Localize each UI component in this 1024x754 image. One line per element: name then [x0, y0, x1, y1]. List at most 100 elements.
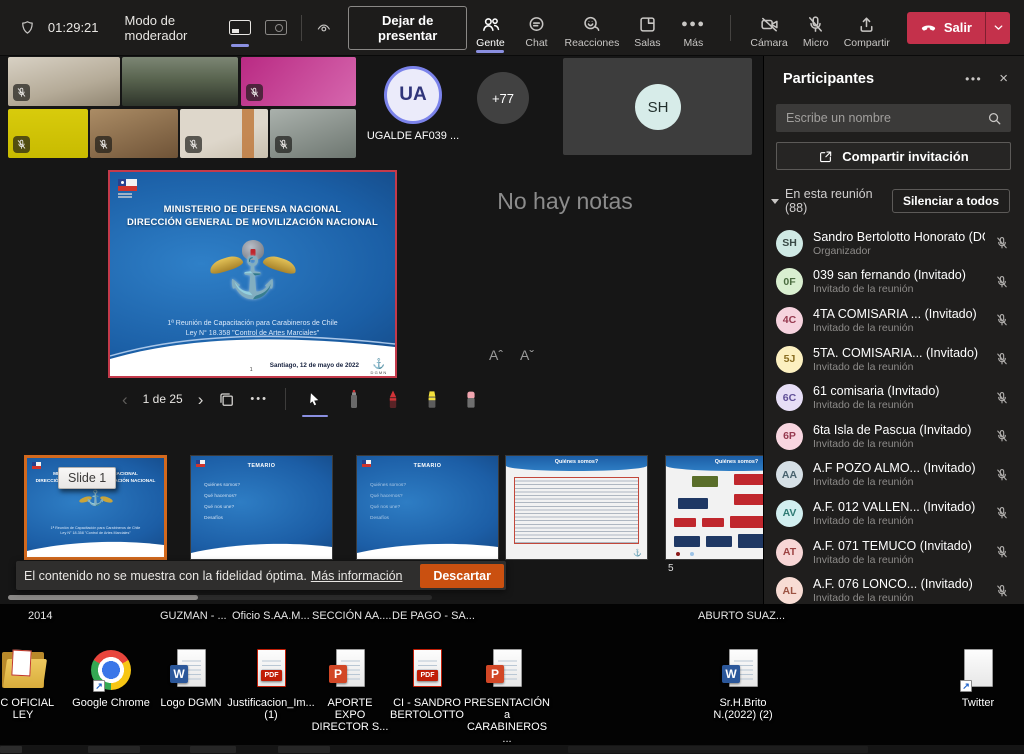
thumb-bullet-item: Quiénes somos? [204, 483, 240, 488]
taskbar-item[interactable] [190, 746, 236, 753]
taskbar-item[interactable] [88, 746, 140, 753]
dgmn-text: DGMN [366, 370, 392, 375]
leave-button[interactable]: Salir [907, 12, 985, 44]
desktop-icon-ppt[interactable]: P ↗ PRESENTACIÓN a CARABINEROS ... [468, 648, 546, 745]
participant-subtitle: Invitado de la reunión [813, 399, 985, 411]
panel-close-button[interactable]: × [999, 70, 1008, 87]
video-tile[interactable] [90, 109, 178, 158]
font-decrease-button[interactable]: Aˇ [520, 347, 534, 363]
participant-mic-off-icon [995, 352, 1009, 366]
presenter-view-toggle[interactable] [264, 13, 288, 43]
overflow-count-badge[interactable]: +77 [477, 72, 529, 124]
participant-row[interactable]: AL A.F. 076 LONCO... (Invitado) Invitado… [764, 571, 1024, 604]
start-button[interactable] [0, 746, 22, 753]
shortcut-arrow-icon: ↗ [960, 680, 972, 692]
camera-button[interactable]: Cámara [745, 0, 792, 56]
cursor-tool-button[interactable] [303, 386, 327, 412]
desktop-icon-chrome[interactable]: ↗ Google Chrome [72, 648, 150, 709]
video-tile-sh[interactable]: SH [563, 58, 752, 155]
next-slide-button[interactable]: › [198, 391, 204, 408]
chat-button[interactable]: Chat [513, 0, 559, 56]
search-input[interactable] [786, 111, 987, 125]
stop-presenting-button[interactable]: Dejar de presentar [348, 6, 468, 50]
participant-text: A.F. 012 VALLEN... (Invitado) Invitado d… [813, 500, 985, 527]
file-icon: W ↗ [168, 648, 214, 694]
people-button[interactable]: Gente [467, 0, 513, 56]
video-tile[interactable] [241, 57, 356, 106]
shield-icon [20, 18, 35, 37]
participant-text: Sandro Bertolotto Honorato (DG... Organi… [813, 230, 985, 257]
video-tile[interactable] [8, 57, 120, 106]
taskbar-item[interactable] [568, 746, 868, 753]
video-tile[interactable] [8, 109, 88, 158]
leave-options-button[interactable] [985, 12, 1010, 44]
taskbar[interactable] [0, 745, 1024, 754]
horizontal-scrollbar-thumb[interactable] [8, 595, 198, 600]
font-increase-button[interactable]: Aˆ [489, 347, 503, 363]
previous-slide-button[interactable]: ‹ [122, 391, 128, 408]
thumb-bullet-item: Qué hacemos? [204, 494, 240, 499]
slide-grid-icon[interactable] [218, 391, 235, 408]
file-icon: ↗ [0, 648, 46, 694]
dismiss-banner-button[interactable]: Descartar [420, 564, 504, 588]
share-invitation-button[interactable]: Compartir invitación [776, 142, 1011, 170]
org-box [692, 476, 718, 487]
participant-row[interactable]: SH Sandro Bertolotto Honorato (DG... Org… [764, 224, 1024, 263]
panel-more-button[interactable]: ••• [965, 72, 982, 86]
participant-row[interactable]: 0F 039 san fernando (Invitado) Invitado … [764, 263, 1024, 302]
taskbar-item[interactable] [278, 746, 330, 753]
more-label: Más [683, 37, 703, 49]
participant-avatar: 6P [776, 423, 803, 450]
participant-row[interactable]: AT A.F. 071 TEMUCO (Invitado) Invitado d… [764, 533, 1024, 572]
in-meeting-section: En esta reunión (88) Silenciar a todos [771, 187, 1010, 215]
slide-thumbnail-3[interactable]: TEMARIO Quiénes somos?Qué hacemos?Qué no… [356, 455, 499, 560]
video-tile[interactable] [180, 109, 268, 158]
desktop-icon-word[interactable]: W ↗ Sr.H.Brito N.(2022) (2) [704, 648, 782, 721]
participant-mic-off-icon [995, 468, 1009, 482]
eye-icon[interactable] [316, 18, 332, 38]
participant-row[interactable]: 5J 5TA. COMISARIA... (Invitado) Invitado… [764, 340, 1024, 379]
participant-row[interactable]: 6P 6ta Isla de Pascua (Invitado) Invitad… [764, 417, 1024, 456]
slide-thumbnail-4[interactable]: Quiénes somos? ⚓ [505, 455, 648, 560]
participant-row[interactable]: 6C 61 comisaria (Invitado) Invitado de l… [764, 378, 1024, 417]
toolbar-more-button[interactable]: ••• [250, 393, 268, 405]
top-bar-left: 01:29:21 Modo de moderador Dejar de pres… [0, 6, 467, 50]
mic-button[interactable]: Micro [793, 0, 839, 56]
eraser-tool-button[interactable] [459, 386, 483, 412]
pen-tool-button[interactable] [381, 386, 405, 412]
desktop-icon-pdf[interactable]: PDF ↗ CI - SANDRO BERTOLOTTO [388, 648, 466, 721]
participant-row[interactable]: AA A.F POZO ALMO... (Invitado) Invitado … [764, 456, 1024, 495]
slide-subtitle-line1: 1ª Reunión de Capacitación para Carabine… [110, 319, 395, 329]
participant-text: 4TA COMISARIA ... (Invitado) Invitado de… [813, 307, 985, 334]
video-tile[interactable] [270, 109, 356, 158]
desktop-icon-twitter[interactable]: ↗ Twitter [939, 648, 1017, 709]
video-tile[interactable] [122, 57, 238, 106]
highlighter-tool-button[interactable] [420, 386, 444, 412]
divider [285, 388, 286, 410]
participant-name: 6ta Isla de Pascua (Invitado) [813, 423, 985, 437]
reactions-button[interactable]: Reacciones [559, 0, 624, 56]
desktop-icon-folder[interactable]: ↗ OC OFICIAL LEY [0, 648, 62, 721]
slide-thumbnail-2[interactable]: TEMARIO Quiénes somos?Qué hacemos?Qué no… [190, 455, 333, 560]
participant-row[interactable]: 4C 4TA COMISARIA ... (Invitado) Invitado… [764, 301, 1024, 340]
slide-tooltip: Slide 1 [58, 467, 116, 489]
laser-pointer-tool-button[interactable] [342, 386, 366, 412]
more-button[interactable]: ●●● Más [670, 0, 716, 56]
participant-avatar-ua[interactable]: UA [384, 66, 442, 124]
mini-anchor-icon: ⚓ [633, 549, 642, 557]
desktop-icon-word[interactable]: W ↗ Logo DGMN [152, 648, 230, 709]
desktop-icon-pdf[interactable]: PDF ↗ Justificacion_Im... (1) [232, 648, 310, 721]
rooms-button[interactable]: Salas [624, 0, 670, 56]
mute-all-button[interactable]: Silenciar a todos [892, 189, 1010, 213]
share-button[interactable]: Compartir [839, 0, 895, 56]
presented-slide[interactable]: MINISTERIO DE DEFENSA NACIONAL DIRECCIÓN… [108, 170, 397, 378]
participant-row[interactable]: AV A.F. 012 VALLEN... (Invitado) Invitad… [764, 494, 1024, 533]
collapse-chevron-icon[interactable] [771, 199, 779, 204]
presenter-layout-toggle[interactable] [228, 13, 252, 43]
slide-thumbnail-5[interactable]: Quiénes somos? [665, 455, 763, 560]
desktop-icon-ppt[interactable]: P ↗ APORTE EXPO DIRECTOR S... [311, 648, 389, 733]
section-label: En esta reunión (88) [785, 187, 892, 215]
banner-more-info-link[interactable]: Más información [311, 569, 403, 583]
meeting-timer: 01:29:21 [48, 20, 99, 35]
participant-subtitle: Invitado de la reunión [813, 322, 985, 334]
